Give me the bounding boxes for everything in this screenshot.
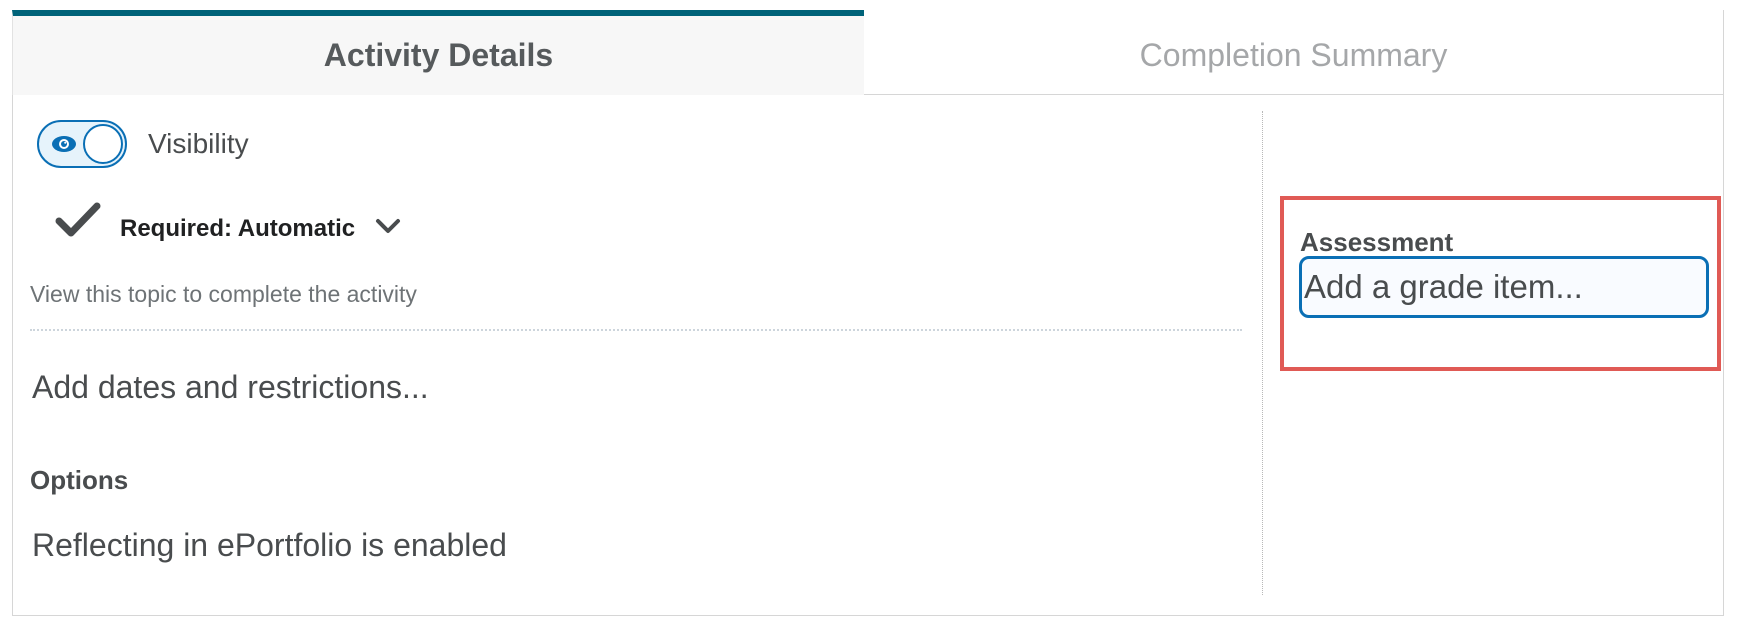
toggle-knob — [83, 124, 123, 164]
activity-details-panel: Visibility Required: Automatic View this… — [12, 95, 1724, 616]
eportfolio-status: Reflecting in ePortfolio is enabled — [32, 527, 507, 563]
activity-editor: Activity Details Completion Summary Visi… — [12, 10, 1724, 616]
column-divider — [1262, 111, 1263, 595]
section-divider — [30, 329, 1242, 331]
visibility-label: Visibility — [148, 128, 249, 159]
completion-requirement-dropdown[interactable]: Required: Automatic — [120, 215, 355, 243]
options-heading: Options — [30, 465, 129, 495]
tab-completion-summary-label: Completion Summary — [1139, 36, 1448, 73]
tab-activity-details-label: Activity Details — [323, 37, 554, 73]
completion-helper-text: View this topic to complete the activity — [30, 281, 417, 307]
visibility-toggle[interactable] — [37, 120, 127, 168]
checkmark-icon — [55, 202, 101, 245]
chevron-down-icon[interactable] — [373, 213, 403, 244]
assessment-heading: Assessment — [1300, 227, 1454, 257]
tab-activity-details[interactable]: Activity Details — [12, 10, 864, 95]
tab-completion-summary[interactable]: Completion Summary — [864, 10, 1724, 95]
eye-icon — [51, 134, 77, 159]
add-dates-restrictions-link[interactable]: Add dates and restrictions... — [32, 369, 429, 406]
add-grade-item-button[interactable]: Add a grade item... — [1299, 256, 1709, 318]
